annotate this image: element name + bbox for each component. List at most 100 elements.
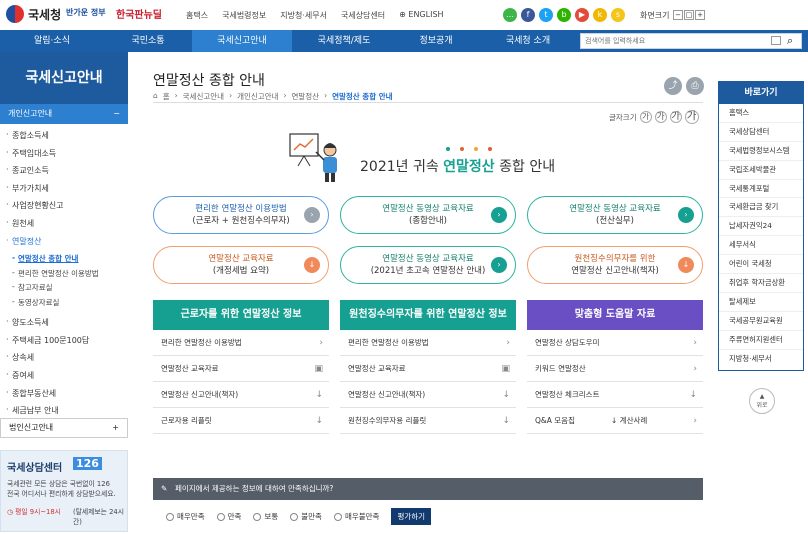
list-item[interactable]: 원천징수의무자용 리플릿 ↓ [340,408,516,434]
survey-option-satisfied[interactable]: 만족 [216,511,241,522]
sidebar-item-withholding[interactable]: 원천세 [6,218,128,236]
survey-option-very-satisfied[interactable]: 매우만족 [166,511,205,522]
pill-video-practice[interactable]: 연말정산 동영상 교육자료 (전산실무) › [527,196,703,234]
sidebar-subitem-videos[interactable]: 동영상자료실 [6,297,128,312]
list-item[interactable]: 연말정산 상담도우미 › [527,330,703,356]
font-size-1[interactable]: 가 [639,111,652,123]
list-item[interactable]: 키워드 연말정산 › [527,356,703,382]
banner-title: 2021년 귀속 연말정산 종합 안내 [360,159,556,175]
twitter-icon[interactable]: t [539,8,553,22]
top-link-english[interactable]: ⊕ ENGLISH [399,10,443,21]
sidebar-subitem-references[interactable]: 참고자료실 [6,282,128,297]
blog-icon[interactable]: b [557,8,571,22]
sidebar-item-gift[interactable]: 증여세 [6,370,128,388]
font-size-3[interactable]: 가 [669,111,682,123]
chevron-right-icon: › [506,338,510,348]
sidebar-item-yearend[interactable]: 연말정산 [6,236,128,254]
list-item[interactable]: 연말정산 교육자료 ▣ [153,356,329,382]
newdeal-logo: 한국판뉴딜 [116,10,162,21]
nav-communication[interactable]: 국민소통 [104,30,192,52]
quick-link-refund[interactable]: 국세환급금 찾기 [719,198,803,218]
quick-link-museum[interactable]: 국립조세박물관 [719,161,803,180]
font-size-4[interactable]: 가 [684,110,699,124]
sidebar-subitem-method[interactable]: 편리한 연말정산 이용방법 [6,268,128,283]
youtube-icon[interactable]: ▶ [575,8,589,22]
pill-education[interactable]: 연말정산 교육자료 (개정세법 요약) ↓ [153,246,329,284]
list-item[interactable]: 근로자용 리플릿 ↓ [153,408,329,434]
share-icon[interactable]: ⤴ [664,77,682,95]
sidebar-item-vat[interactable]: 부가가치세 [6,183,128,201]
quick-link-counsel[interactable]: 국세상담센터 [719,123,803,142]
survey-option-unsatisfied[interactable]: 불만족 [290,511,322,522]
zoom-in-button[interactable]: + [695,10,705,20]
kakao-icon[interactable]: k [593,8,607,22]
list-item[interactable]: 편리한 연말정산 이용방법 › [153,330,329,356]
pill-video-fast[interactable]: 연말정산 동영상 교육자료 (2021년 초고속 연말정산 안내) › [340,246,516,284]
pill-video-overview[interactable]: 연말정산 동영상 교육자료 (종합안내) › [340,196,516,234]
zoom-reset-button[interactable]: □ [684,10,694,20]
list-item[interactable]: 연말정산 교육자료 ▣ [340,356,516,382]
sidebar-item-housing-qa[interactable]: 주택세금 100문100답 [6,335,128,353]
sidebar-section-personal[interactable]: 개인신고안내 − [0,104,128,124]
survey-option-neutral[interactable]: 보통 [253,511,278,522]
keyboard-icon[interactable] [771,36,781,45]
breadcrumb-personal[interactable]: 개인신고안내 [237,91,278,102]
list-item[interactable]: 연말정산 신고안내(책자) ↓ [340,382,516,408]
list-item[interactable]: Q&A 모음집 ↓ 계산사례 › [527,408,703,434]
nav-policy[interactable]: 국세정책/제도 [292,30,396,52]
nav-disclosure[interactable]: 정보공개 [396,30,476,52]
zoom-out-button[interactable]: − [673,10,683,20]
search-input[interactable] [581,34,771,48]
list-item[interactable]: 연말정산 신고안내(책자) ↓ [153,382,329,408]
print-icon[interactable]: ⎙ [686,77,704,95]
quick-link-stats[interactable]: 국세통계포털 [719,180,803,199]
top-link-office[interactable]: 지방청·세무서 [280,10,327,21]
top-link-law[interactable]: 국세법령정보 [222,10,266,21]
list-item[interactable]: 편리한 연말정산 이용방법 › [340,330,516,356]
sidebar-item-religious[interactable]: 종교인소득 [6,165,128,183]
font-size-2[interactable]: 가 [654,111,667,123]
facebook-icon[interactable]: f [521,8,535,22]
sidebar-item-transfer[interactable]: 양도소득세 [6,317,128,335]
decorative-dots [446,147,492,151]
quick-link-rights[interactable]: 납세자권익24 [719,217,803,237]
scroll-top-button[interactable]: ▲ 위로 [749,388,775,414]
quick-link-student-loan[interactable]: 취업후 학자금상환 [719,274,803,293]
list-item[interactable]: 연말정산 체크리스트 ↓ [527,382,703,408]
survey-submit-button[interactable]: 평가하기 [391,508,432,525]
nav-tax-guide[interactable]: 국세신고안내 [192,30,292,52]
quick-link-liquor[interactable]: 주류면허지원센터 [719,331,803,350]
sidebar-item-property[interactable]: 종합부동산세 [6,388,128,406]
quick-link-academy[interactable]: 국세공무원교육원 [719,312,803,331]
sidebar-section-corporate[interactable]: 법인신고안내 + [0,418,128,438]
calc-example-link[interactable]: ↓ 계산사례 [611,408,647,434]
pill-booklet[interactable]: 원천징수의무자를 위한 연말정산 신고안내(책자) ↓ [527,246,703,284]
quick-link-report[interactable]: 탈세제보 [719,293,803,312]
counsel-number: 126 [73,457,102,470]
breadcrumb-home[interactable]: 홈 [163,91,170,102]
top-link-counsel[interactable]: 국세상담센터 [341,10,385,21]
talk-icon[interactable]: … [503,8,517,22]
top-link-hometax[interactable]: 홈택스 [186,10,208,21]
search-icon[interactable]: ⌕ [787,34,793,48]
breadcrumb-yearend[interactable]: 연말정산 [291,91,319,102]
quick-link-law[interactable]: 국세법령정보시스템 [719,142,803,161]
sidebar-item-business[interactable]: 사업장현황신고 [6,200,128,218]
breadcrumb-tax-guide[interactable]: 국세신고안내 [183,91,224,102]
nav-news[interactable]: 알림·소식 [0,30,104,52]
download-icon: ↓ [315,416,323,426]
sidebar-item-inheritance[interactable]: 상속세 [6,352,128,370]
counsel-center-box[interactable]: 국세상담센터 126 국세관련 모든 상담은 국번없이 126 전국 어디서나 … [0,450,128,532]
quick-link-forms[interactable]: 세무서식 [719,236,803,256]
kakaostory-icon[interactable]: s [611,8,625,22]
quick-link-kids[interactable]: 어린이 국세청 [719,255,803,275]
pill-method[interactable]: 편리한 연말정산 이용방법 (근로자 + 원천징수의무자) › [153,196,329,234]
sidebar-subitem-overview[interactable]: 연말정산 종합 안내 [6,253,128,268]
sidebar-item-rental[interactable]: 주택임대소득 [6,148,128,166]
quick-link-offices[interactable]: 지방청·세무서 [719,350,803,369]
survey-option-very-unsatisfied[interactable]: 매우불만족 [333,511,379,522]
nav-about[interactable]: 국세청 소개 [476,30,580,52]
nts-logo[interactable]: 국세청 [6,5,61,23]
sidebar-item-income[interactable]: 종합소득세 [6,130,128,148]
quick-link-hometax[interactable]: 홈택스 [719,104,803,123]
